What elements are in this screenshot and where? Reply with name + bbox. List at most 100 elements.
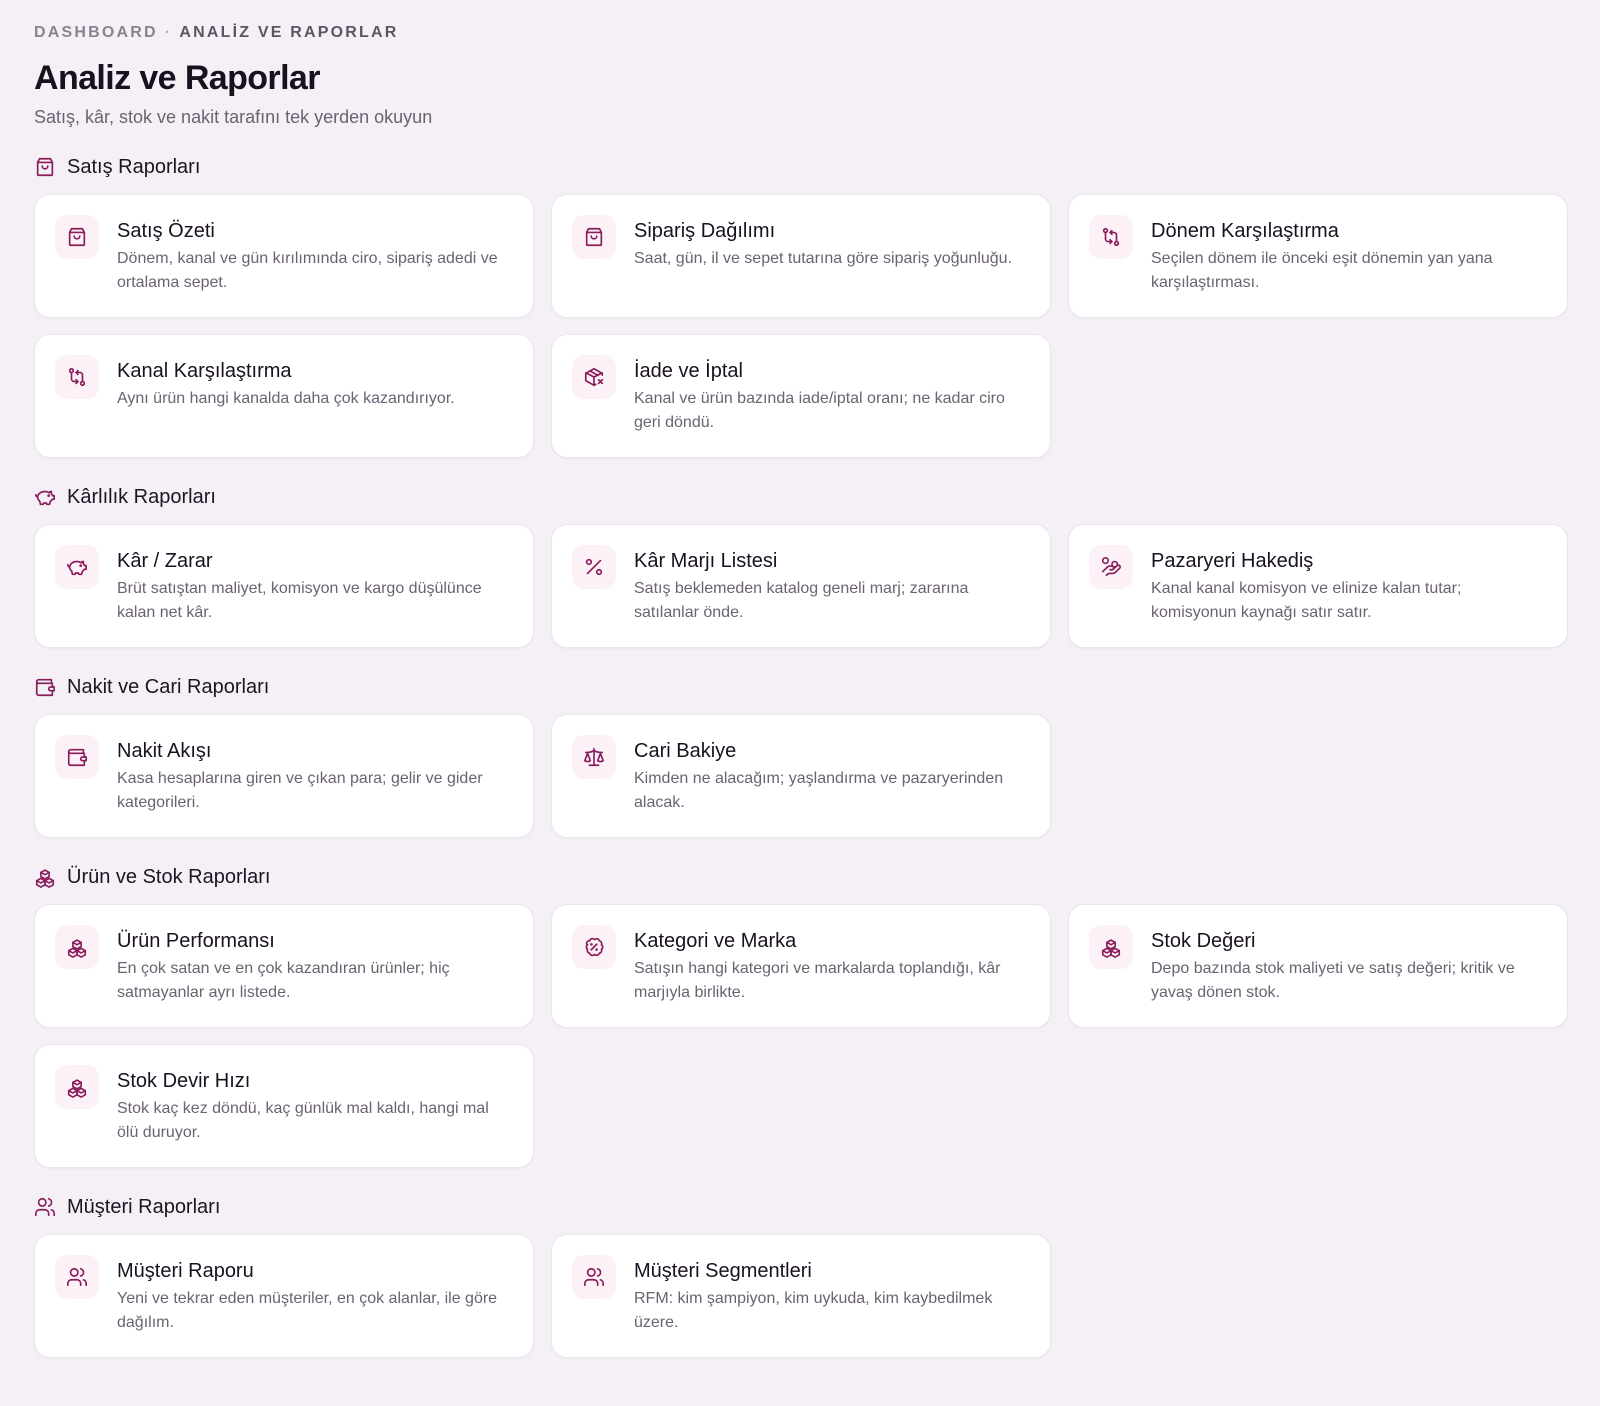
- report-card-title: Müşteri Raporu: [117, 1260, 254, 1282]
- section-title: Satış Raporları: [67, 155, 201, 178]
- report-card-description: Kasa hesaplarına giren ve çıkan para; ge…: [117, 770, 483, 811]
- report-card-stok-devir-hizi[interactable]: Stok Devir Hızı Stok kaç kez döndü, kaç g…: [34, 1044, 534, 1168]
- wallet-icon: [34, 676, 56, 698]
- report-card-description: Saat, gün, il ve sepet tutarına göre sip…: [634, 250, 1013, 267]
- report-card-title: Dönem Karşılaştırma: [1151, 220, 1339, 242]
- hand-coins-icon: [1089, 545, 1133, 589]
- report-card-description: Aynı ürün hangi kanalda daha çok kazandı…: [117, 390, 455, 407]
- report-card-description: Stok kaç kez döndü, kaç günlük mal kaldı…: [117, 1100, 489, 1141]
- scale-icon: [572, 735, 616, 779]
- report-card-body: Kâr Marjı Listesi Satış beklemeden katalo…: [634, 545, 1030, 647]
- report-card-satis-ozeti[interactable]: Satış Özeti Dönem, kanal ve gün kırılımın…: [34, 194, 534, 318]
- report-card-grid: Müşteri Raporu Yeni ve tekrar eden müşter…: [34, 1234, 1566, 1358]
- boxes-icon: [1089, 925, 1133, 969]
- section-header: Müşteri Raporları: [34, 1194, 1566, 1220]
- breadcrumb-root[interactable]: DASHBOARD: [34, 24, 158, 41]
- section-header: Nakit ve Cari Raporları: [34, 674, 1566, 700]
- report-card-title: Cari Bakiye: [634, 740, 737, 762]
- report-card-grid: Nakit Akışı Kasa hesaplarına giren ve çık…: [34, 714, 1566, 838]
- report-card-description: RFM: kim şampiyon, kim uykuda, kim kaybe…: [634, 1290, 993, 1331]
- report-card-title: Satış Özeti: [117, 220, 215, 242]
- report-card-title: Ürün Performansı: [117, 930, 275, 952]
- report-card-stok-degeri[interactable]: Stok Değeri Depo bazında stok maliyeti ve…: [1068, 904, 1568, 1028]
- section-nakit-ve-cari-raporlari: Nakit ve Cari Raporları Nakit Akışı Kasa h…: [34, 674, 1566, 838]
- breadcrumb-current: ANALİZ VE RAPORLAR: [179, 24, 399, 41]
- report-sections: Satış Raporları Satış Özeti Dönem, kanal v…: [34, 154, 1568, 1358]
- report-card-grid: Ürün Performansı En çok satan ve en çok k…: [34, 904, 1568, 1168]
- percent-icon: [572, 545, 616, 589]
- report-card-description: Kanal kanal komisyon ve elinize kalan tu…: [1151, 580, 1462, 621]
- report-card-body: Kanal Karşılaştırma Aynı ürün hangi kanal…: [117, 355, 455, 457]
- users-icon: [34, 1196, 56, 1218]
- report-card-body: Kâr / Zarar Brüt satıştan maliyet, komisy…: [117, 545, 513, 647]
- report-card-donem-karsilastirma[interactable]: Dönem Karşılaştırma Seçilen dönem ile önc…: [1068, 194, 1568, 318]
- report-card-title: Kâr / Zarar: [117, 550, 213, 572]
- report-card-grid: Satış Özeti Dönem, kanal ve gün kırılımın…: [34, 194, 1568, 458]
- report-card-title: Stok Değeri: [1151, 930, 1256, 952]
- report-card-kanal-karsilastirma[interactable]: Kanal Karşılaştırma Aynı ürün hangi kanal…: [34, 334, 534, 458]
- report-card-title: İade ve İptal: [634, 360, 743, 382]
- report-card-description: Yeni ve tekrar eden müşteriler, en çok a…: [117, 1290, 498, 1331]
- section-satis-raporlari: Satış Raporları Satış Özeti Dönem, kanal v…: [34, 154, 1568, 458]
- badge-percent-icon: [572, 925, 616, 969]
- report-card-musteri-raporu[interactable]: Müşteri Raporu Yeni ve tekrar eden müşter…: [34, 1234, 534, 1358]
- report-card-body: İade ve İptal Kanal ve ürün bazında iade/…: [634, 355, 1030, 457]
- report-card-description: Satışın hangi kategori ve markalarda top…: [634, 960, 1001, 1001]
- report-card-musteri-segmentleri[interactable]: Müşteri Segmentleri RFM: kim şampiyon, ki…: [551, 1234, 1051, 1358]
- report-card-title: Kategori ve Marka: [634, 930, 797, 952]
- compare-arrows-icon: [55, 355, 99, 399]
- report-card-description: En çok satan ve en çok kazandıran ürünle…: [117, 960, 450, 1001]
- section-karlilik-raporlari: Kârlılık Raporları Kâr / Zarar Brüt satışt…: [34, 484, 1568, 648]
- breadcrumb-separator: ·: [164, 24, 173, 41]
- package-x-icon: [572, 355, 616, 399]
- report-card-body: Satış Özeti Dönem, kanal ve gün kırılımın…: [117, 215, 513, 317]
- report-card-description: Depo bazında stok maliyeti ve satış değe…: [1151, 960, 1515, 1001]
- report-card-description: Kanal ve ürün bazında iade/iptal oranı; …: [634, 390, 1005, 431]
- boxes-icon: [55, 925, 99, 969]
- report-card-body: Müşteri Segmentleri RFM: kim şampiyon, ki…: [634, 1255, 1030, 1357]
- report-card-body: Stok Değeri Depo bazında stok maliyeti ve…: [1151, 925, 1547, 1027]
- report-card-kar-marji-listesi[interactable]: Kâr Marjı Listesi Satış beklemeden katalo…: [551, 524, 1051, 648]
- report-card-title: Sipariş Dağılımı: [634, 220, 776, 242]
- report-card-body: Nakit Akışı Kasa hesaplarına giren ve çık…: [117, 735, 513, 837]
- section-header: Ürün ve Stok Raporları: [34, 864, 1566, 890]
- report-card-body: Cari Bakiye Kimden ne alacağım; yaşlandır…: [634, 735, 1030, 837]
- report-card-description: Brüt satıştan maliyet, komisyon ve kargo…: [117, 580, 482, 621]
- report-card-pazaryeri-hakedis[interactable]: Pazaryeri Hakediş Kanal kanal komisyon ve…: [1068, 524, 1568, 648]
- report-card-title: Kanal Karşılaştırma: [117, 360, 292, 382]
- report-card-body: Ürün Performansı En çok satan ve en çok k…: [117, 925, 513, 1027]
- report-card-kar-zarar[interactable]: Kâr / Zarar Brüt satıştan maliyet, komisy…: [34, 524, 534, 648]
- report-card-description: Seçilen dönem ile önceki eşit dönemin ya…: [1151, 250, 1493, 291]
- report-card-description: Satış beklemeden katalog geneli marj; za…: [634, 580, 969, 621]
- report-card-body: Dönem Karşılaştırma Seçilen dönem ile önc…: [1151, 215, 1547, 317]
- report-card-grid: Kâr / Zarar Brüt satıştan maliyet, komisy…: [34, 524, 1568, 648]
- shopping-bag-icon: [572, 215, 616, 259]
- wallet-icon: [55, 735, 99, 779]
- shopping-bag-icon: [34, 156, 56, 178]
- section-urun-ve-stok-raporlari: Ürün ve Stok Raporları Ürün Performansı En…: [34, 864, 1568, 1168]
- section-title: Kârlılık Raporları: [67, 485, 216, 508]
- report-card-siparis-dagilimi[interactable]: Sipariş Dağılımı Saat, gün, il ve sepet t…: [551, 194, 1051, 318]
- report-card-body: Sipariş Dağılımı Saat, gün, il ve sepet t…: [634, 215, 1012, 317]
- compare-arrows-icon: [1089, 215, 1133, 259]
- users-icon: [572, 1255, 616, 1299]
- report-card-title: Kâr Marjı Listesi: [634, 550, 778, 572]
- page-title: Analiz ve Raporlar: [34, 59, 320, 97]
- report-card-body: Stok Devir Hızı Stok kaç kez döndü, kaç g…: [117, 1065, 513, 1167]
- report-card-urun-performansi[interactable]: Ürün Performansı En çok satan ve en çok k…: [34, 904, 534, 1028]
- report-card-title: Pazaryeri Hakediş: [1151, 550, 1314, 572]
- report-card-description: Dönem, kanal ve gün kırılımında ciro, si…: [117, 250, 498, 291]
- report-card-cari-bakiye[interactable]: Cari Bakiye Kimden ne alacağım; yaşlandır…: [551, 714, 1051, 838]
- report-card-iade-ve-iptal[interactable]: İade ve İptal Kanal ve ürün bazında iade/…: [551, 334, 1051, 458]
- report-card-kategori-ve-marka[interactable]: Kategori ve Marka Satışın hangi kategori …: [551, 904, 1051, 1028]
- section-header: Kârlılık Raporları: [34, 484, 1566, 510]
- section-title: Ürün ve Stok Raporları: [67, 865, 271, 888]
- boxes-icon: [55, 1065, 99, 1109]
- section-musteri-raporlari: Müşteri Raporları Müşteri Raporu Yeni ve t…: [34, 1194, 1566, 1358]
- breadcrumb: DASHBOARD · ANALİZ VE RAPORLAR: [34, 22, 1566, 44]
- report-card-title: Müşteri Segmentleri: [634, 1260, 812, 1282]
- piggy-bank-icon: [34, 486, 56, 508]
- report-card-nakit-akisi[interactable]: Nakit Akışı Kasa hesaplarına giren ve çık…: [34, 714, 534, 838]
- report-card-body: Müşteri Raporu Yeni ve tekrar eden müşter…: [117, 1255, 513, 1357]
- boxes-icon: [34, 866, 56, 888]
